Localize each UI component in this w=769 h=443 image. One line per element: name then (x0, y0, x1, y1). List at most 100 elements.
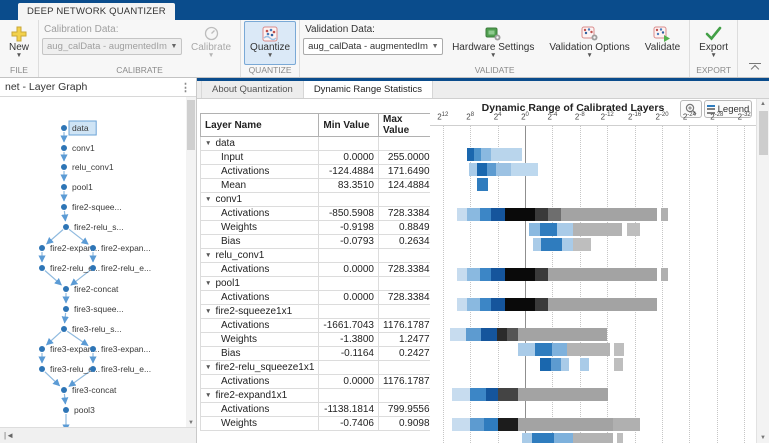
layer-node-pool1[interactable]: pool1 (61, 182, 93, 192)
layer-graph-panel: net - Layer Graph ⋮ dataconv1relu_conv1p… (0, 78, 197, 443)
kebab-menu-icon[interactable]: ⋮ (180, 81, 191, 94)
min-value: -0.0793 (319, 235, 379, 249)
min-value: 0.0000 (319, 291, 379, 305)
range-bar-segment (552, 343, 566, 356)
table-row[interactable]: Activations-850.5908728.3384 (201, 207, 431, 221)
col-max-value[interactable]: Max Value (379, 114, 431, 137)
table-row[interactable]: Bias-0.07930.2634 (201, 235, 431, 249)
gridline (744, 126, 745, 443)
chevron-up-icon (751, 65, 759, 73)
table-row[interactable]: Activations-1661.70431176.1787 (201, 319, 431, 333)
x-tick-label: 2-8 (575, 112, 585, 122)
table-row[interactable]: Weights-0.91980.8849 (201, 221, 431, 235)
table-row[interactable]: Activations0.0000728.3384 (201, 263, 431, 277)
table-row[interactable]: Activations0.0000728.3384 (201, 291, 431, 305)
table-row[interactable]: ▼fire2-relu_squeeze1x1✔ (201, 361, 431, 375)
app-tab[interactable]: DEEP NETWORK QUANTIZER (18, 3, 175, 20)
chevron-down-icon: ▼ (167, 43, 181, 50)
layer-graph-canvas[interactable]: data conv1 relu_conv1 pool1 fire2-squee... fi… (0, 97, 196, 427)
range-bar-segment (496, 163, 511, 176)
table-row[interactable]: Input0.0000255.0000 (201, 151, 431, 165)
col-min-value[interactable]: Min Value (319, 114, 379, 137)
collapse-caret-icon[interactable]: ▼ (205, 196, 211, 203)
hardware-settings-button[interactable]: Hardware Settings ▼ (446, 21, 540, 65)
calibration-data-dropdown[interactable]: aug_calData - augmentedIma... ▼ (42, 38, 182, 55)
min-value (319, 389, 379, 403)
calibrate-button[interactable]: Calibrate ▼ (185, 21, 237, 65)
validate-button[interactable]: Validate (639, 21, 686, 65)
scroll-left-edge-icon[interactable]: |◄ (4, 431, 14, 440)
min-value (319, 137, 379, 151)
table-row[interactable]: ▼fire2-expand1x1✔ (201, 389, 431, 403)
table-row[interactable]: Activations-1138.1814799.9556 (201, 403, 431, 417)
chart-plot-area[interactable] (430, 125, 756, 443)
graph-horizontal-scrollbar[interactable]: |◄ (0, 427, 196, 443)
collapse-caret-icon[interactable]: ▼ (205, 364, 211, 371)
table-row[interactable]: Activations-124.4884171.6490 (201, 165, 431, 179)
range-bar-segment (561, 208, 658, 221)
range-bar-segment (518, 343, 534, 356)
min-value: 0.0000 (319, 375, 379, 389)
range-bar-segment (452, 388, 470, 401)
stat-row-name: Bias (205, 348, 314, 359)
tab-dynamic-range-statistics[interactable]: Dynamic Range Statistics (304, 81, 433, 98)
collapse-caret-icon[interactable]: ▼ (205, 280, 211, 287)
layer-node-fire3-squeeze[interactable]: fire3-squee... (63, 304, 124, 314)
table-row[interactable]: Weights-1.38001.2477 (201, 333, 431, 347)
stat-row-name: Weights (205, 334, 314, 345)
scrollbar-thumb[interactable] (187, 100, 195, 150)
layer-node-dot (61, 387, 67, 393)
range-bar-segment (487, 163, 497, 176)
table-row[interactable]: ▼data (201, 137, 431, 151)
layer-node-fire2-relu_s[interactable]: fire2-relu_s... (63, 222, 124, 232)
scroll-down-arrow-icon[interactable]: ▼ (186, 420, 196, 426)
collapse-caret-icon[interactable]: ▼ (205, 252, 211, 259)
new-button[interactable]: New ▼ (3, 21, 35, 65)
layer-node-relu_conv1[interactable]: relu_conv1 (61, 162, 114, 172)
min-value: -124.4884 (319, 165, 379, 179)
min-value (319, 277, 379, 291)
statistics-table-pane: Layer Name Min Value Max Value Quantize … (197, 99, 430, 443)
collapse-caret-icon[interactable]: ▼ (205, 140, 211, 147)
table-row[interactable]: ▼fire2-squeeze1x1✔ (201, 305, 431, 319)
table-row[interactable]: Mean83.3510124.4884 (201, 179, 431, 193)
table-row[interactable]: ▼pool1✔ (201, 277, 431, 291)
scrollbar-thumb[interactable] (759, 111, 768, 155)
titlebar: DEEP NETWORK QUANTIZER (0, 0, 769, 20)
validation-options-button[interactable]: Validation Options ▼ (543, 21, 635, 65)
collapse-caret-icon[interactable]: ▼ (205, 392, 211, 399)
x-tick-label: 24 (494, 112, 502, 122)
scroll-up-arrow-icon[interactable]: ▲ (757, 101, 769, 107)
layer-node-dot (61, 145, 67, 151)
table-row[interactable]: Activations0.00001176.1787 (201, 375, 431, 389)
layer-node-conv1[interactable]: conv1 (61, 143, 95, 153)
layer-node-fire2-squeeze[interactable]: fire2-squee... (61, 202, 122, 212)
layer-node-dot (63, 407, 69, 413)
layer-node-label: fire3-relu_e... (101, 364, 151, 374)
table-row[interactable]: ▼conv1✔ (201, 193, 431, 207)
table-row[interactable]: Bias-0.11640.2427 (201, 347, 431, 361)
collapse-toolstrip-button[interactable] (749, 63, 761, 73)
col-layer-name[interactable]: Layer Name (201, 114, 319, 137)
export-button[interactable]: Export ▼ (693, 21, 734, 65)
chevron-down-icon: ▼ (490, 53, 496, 59)
collapse-caret-icon[interactable]: ▼ (205, 308, 211, 315)
table-row[interactable]: Weights-0.74060.9098 (201, 417, 431, 431)
quantize-button[interactable]: Quantize ▼ (244, 21, 296, 65)
scroll-down-arrow-icon[interactable]: ▼ (757, 435, 769, 441)
range-bar-segment (661, 208, 668, 221)
layer-node-data[interactable]: data (61, 121, 96, 135)
layer-node-pool3[interactable]: pool3 (63, 405, 95, 415)
layer-node-label: fire2-concat (74, 284, 119, 294)
range-bar-segment (613, 418, 640, 431)
validation-data-dropdown[interactable]: aug_calData - augmentedIma... ▼ (303, 38, 443, 55)
gridline (443, 126, 444, 443)
layer-node-label: fire2-squee... (72, 202, 122, 212)
graph-vertical-scrollbar[interactable]: ▼ (186, 97, 196, 427)
tab-about-quantization[interactable]: About Quantization (202, 81, 304, 98)
min-value: 0.0000 (319, 263, 379, 277)
table-row[interactable]: ▼relu_conv1✔ (201, 249, 431, 263)
chart-vertical-scrollbar[interactable]: ▲ ▼ (756, 99, 769, 443)
range-bar-segment (535, 268, 548, 281)
layer-node-dot (90, 265, 96, 271)
